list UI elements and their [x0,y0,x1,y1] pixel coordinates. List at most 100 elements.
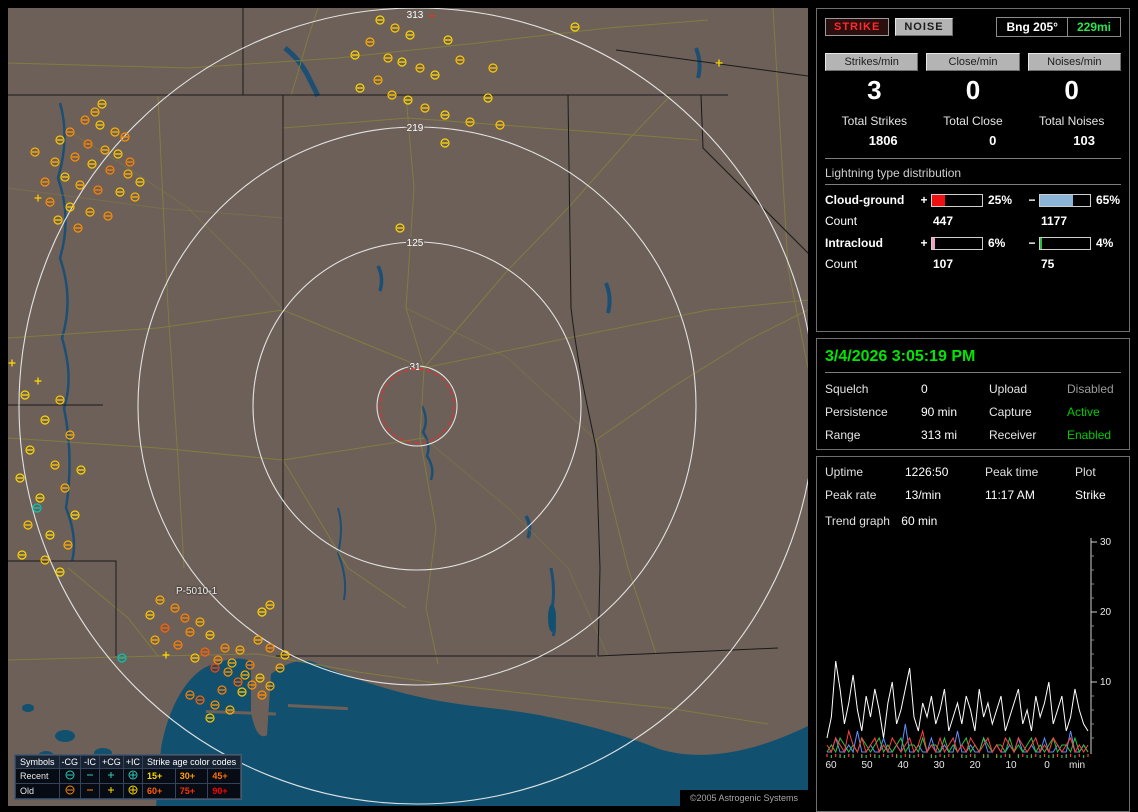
svg-text:30: 30 [933,760,945,771]
strike-button[interactable]: STRIKE [825,18,889,36]
strikes-per-min-value: 3 [825,75,924,106]
peak-rate-value: 13/min [905,488,985,502]
age-code: 45+ [208,769,241,784]
noises-per-min-value: 0 [1022,75,1121,106]
plus-sign: + [917,193,931,207]
count-label: Count [825,257,917,271]
svg-text:10: 10 [1100,677,1112,688]
state-borders [8,8,808,656]
map-canvas: 31321912531 [8,8,808,806]
svg-text:30: 30 [1100,537,1112,548]
age-code: 15+ [143,769,176,784]
trend-box: Uptime 1226:50 Peak time Plot Peak rate … [816,456,1130,812]
legend-row-label: Recent [16,769,60,784]
age-code: 75+ [175,784,208,799]
persistence-value: 90 min [921,405,989,419]
age-code: 60+ [143,784,176,799]
squelch-value: 0 [921,382,989,396]
svg-text:0: 0 [1044,760,1050,771]
cg-minus-bar [1039,194,1091,207]
cm-icon [59,784,81,799]
age-code: 90+ [208,784,241,799]
cg-plus-count: 447 [917,214,1025,228]
road-network [8,8,808,724]
copyright: ©2005 Astrogenic Systems [680,790,808,806]
distribution-title: Lightning type distribution [825,166,1121,180]
svg-text:219: 219 [407,123,424,134]
system-status-box: 3/4/2026 3:05:19 PM Squelch 0 Upload Dis… [816,338,1130,450]
noise-button[interactable]: NOISE [895,18,952,36]
cloud-ground-label: Cloud-ground [825,193,917,207]
sensor-label: P-5010-1 [176,586,217,597]
svg-text:min: min [1069,760,1085,771]
peak-time-value: 11:17 AM [985,488,1075,502]
cg-plus-pct: 25% [983,193,1025,207]
trend-graph: 10 20 30 60 50 40 30 20 10 0 min [825,532,1121,782]
intracloud-label: Intracloud [825,236,917,250]
svg-text:313: 313 [407,10,424,21]
close-per-min-button[interactable]: Close/min [926,53,1019,71]
legend-symbols-title: Symbols [16,756,60,769]
count-label: Count [825,214,917,228]
ic-minus-pct: 4% [1091,236,1133,250]
nexstorm-window: 31321912531 P-5010-1 Symbols -CG -IC +CG… [0,0,1138,812]
total-noises-value: 103 [1022,133,1121,148]
svg-text:60: 60 [825,760,837,771]
svg-text:40: 40 [897,760,909,771]
bearing-distance: 229mi [1067,18,1120,36]
capture-status: Active [1067,405,1121,419]
legend-row-label: Old [16,784,60,799]
legend-col-ncg: -CG [59,756,81,769]
cm-icon [59,769,81,784]
p-icon [100,769,124,784]
cg-plus-bar [931,194,983,207]
ic-minus-bar [1039,237,1091,250]
plot-value: Strike [1075,488,1121,502]
range-value: 313 mi [921,428,989,442]
persistence-label: Persistence [825,405,921,419]
total-close-value: 0 [924,133,1023,148]
uptime-label: Uptime [825,465,905,479]
squelch-label: Squelch [825,382,921,396]
ic-minus-count: 75 [1025,257,1133,271]
peak-rate-label: Peak rate [825,488,905,502]
map-legend: Symbols -CG -IC +CG +IC Strike age color… [14,754,242,800]
age-code: 30+ [175,769,208,784]
total-strikes-value: 1806 [825,133,924,148]
plot-label: Plot [1075,465,1121,479]
bearing-value: Bng 205° [997,18,1066,36]
strike-stats-box: STRIKE NOISE Bng 205° 229mi Strikes/min … [816,8,1130,332]
receiver-label: Receiver [989,428,1067,442]
svg-text:10: 10 [1005,760,1017,771]
minus-sign: − [1025,236,1039,250]
m-icon [81,784,100,799]
bearing-display: Bng 205° 229mi [996,17,1121,37]
legend-col-nic: -IC [81,756,100,769]
peak-time-label: Peak time [985,465,1075,479]
close-per-min-value: 0 [924,75,1023,106]
total-strikes-label: Total Strikes [825,114,924,128]
legend-age-title: Strike age color codes [143,756,241,769]
svg-text:50: 50 [861,760,873,771]
strike-map[interactable]: 31321912531 P-5010-1 Symbols -CG -IC +CG… [8,8,808,806]
upload-label: Upload [989,382,1067,396]
svg-text:20: 20 [969,760,981,771]
svg-text:20: 20 [1100,607,1112,618]
trend-graph-window: 60 min [901,514,937,528]
cg-minus-pct: 65% [1091,193,1133,207]
receiver-status: Enabled [1067,428,1121,442]
cp-icon [123,769,142,784]
cg-minus-count: 1177 [1025,214,1133,228]
legend-row-old: Old 60+75+90+ [16,784,241,799]
legend-col-pcg: +CG [100,756,124,769]
minus-sign: − [1025,193,1039,207]
range-rings: 31321912531 [19,8,808,804]
close-alarm-ring [380,369,454,443]
ic-plus-count: 107 [917,257,1025,271]
strikes-per-min-button[interactable]: Strikes/min [825,53,918,71]
datetime-display: 3/4/2026 3:05:19 PM [825,347,1121,372]
upload-status: Disabled [1067,382,1121,396]
trend-graph-label: Trend graph [825,514,890,528]
capture-label: Capture [989,405,1067,419]
noises-per-min-button[interactable]: Noises/min [1028,53,1121,71]
